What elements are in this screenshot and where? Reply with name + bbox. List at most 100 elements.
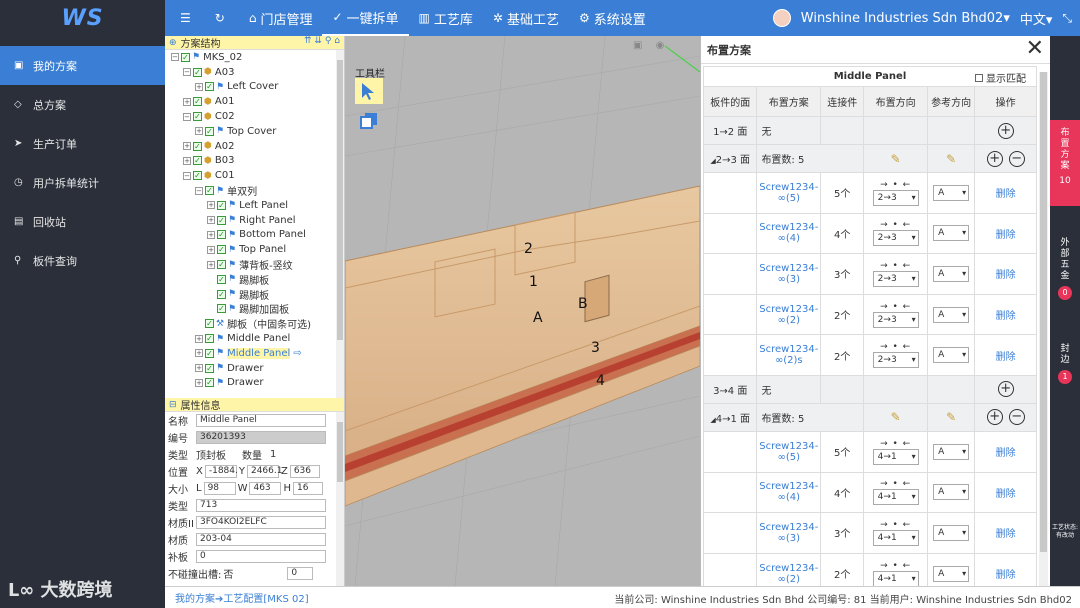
close-icon[interactable]: ✕ <box>1026 38 1044 60</box>
language-dropdown[interactable]: 中文▾ <box>1020 9 1053 28</box>
expand-toggle-icon[interactable]: + <box>195 349 203 358</box>
expand-toggle-icon[interactable]: + <box>207 260 215 269</box>
tree-node[interactable]: + ✓ ⚑ Left Cover <box>167 80 344 95</box>
3d-viewport[interactable]: 2 1 A B 3 4 工具栏 ▣ ◉ <box>345 36 700 586</box>
nav-system-settings[interactable]: ⚙ 系统设置 <box>569 0 656 36</box>
tree-node[interactable]: − ✓ ⚑ 单双列 <box>167 183 344 198</box>
tree-scrollbar[interactable] <box>336 50 344 398</box>
3d-scene[interactable] <box>345 36 700 586</box>
direction-select[interactable]: 4→1 <box>872 529 919 546</box>
type2-field[interactable]: 713 <box>196 499 326 512</box>
delete-link[interactable]: 删除 <box>996 230 1016 241</box>
reference-select[interactable]: A <box>933 184 970 201</box>
scheme-link[interactable]: Screw1234-∞(2)s <box>759 344 818 366</box>
expand-toggle-icon[interactable]: + <box>207 201 215 210</box>
node-checkbox[interactable]: ✓ <box>217 260 226 270</box>
scheme-link[interactable]: Screw1234-∞(5) <box>759 441 818 463</box>
properties-scroll-thumb[interactable] <box>337 422 343 482</box>
select-tool-button[interactable] <box>355 78 383 104</box>
edit-icon[interactable]: ✎ <box>891 410 901 424</box>
edit-icon[interactable]: ✎ <box>946 152 956 166</box>
node-checkbox[interactable]: ✓ <box>205 82 214 92</box>
tree-node[interactable]: + ✓ ⚑ 薄背板-竖纹 <box>167 257 344 272</box>
expand-toggle-icon[interactable]: − <box>183 171 191 180</box>
node-checkbox[interactable]: ✓ <box>217 304 226 314</box>
add-icon[interactable]: + <box>986 409 1003 426</box>
node-checkbox[interactable]: ✓ <box>205 363 214 373</box>
expand-icon[interactable]: ⊟ <box>169 400 177 410</box>
view-controls[interactable]: ▣ ◉ <box>633 40 664 51</box>
show-match-toggle[interactable]: 显示匹配 <box>975 70 1026 85</box>
material-field[interactable]: 203-04 <box>196 533 326 546</box>
reference-select[interactable]: A <box>933 225 970 242</box>
tree-node[interactable]: − ✓ ⬢ A03 <box>167 65 344 80</box>
node-checkbox[interactable]: ✓ <box>205 319 214 329</box>
delete-link[interactable]: 删除 <box>996 189 1016 200</box>
tree-scroll-thumb[interactable] <box>337 60 343 340</box>
sidebar-item-user-stats[interactable]: ◷ 用户拆单统计 <box>0 163 165 202</box>
scheme-link[interactable]: Screw1234-∞(3) <box>759 522 818 544</box>
node-checkbox[interactable]: ✓ <box>205 126 214 136</box>
logo[interactable]: WS <box>0 0 165 36</box>
tree-node[interactable]: ✓ ⚑ 踢脚板 <box>167 287 344 302</box>
reference-select[interactable]: A <box>933 565 970 582</box>
tree-node[interactable]: + ✓ ⬢ A01 <box>167 94 344 109</box>
y-field[interactable]: 2466.1 <box>246 465 282 478</box>
collapse-all-icon[interactable]: ⇊ <box>314 36 322 46</box>
direction-select[interactable]: 2→3 <box>872 230 919 247</box>
reference-select[interactable]: A <box>933 306 970 323</box>
tree-node[interactable]: + ✓ ⚑ Left Panel <box>167 198 344 213</box>
direction-select[interactable]: 2→3 <box>872 311 919 328</box>
sidebar-item-recycle-bin[interactable]: ▤ 回收站 <box>0 202 165 241</box>
show-match-checkbox[interactable] <box>975 74 983 82</box>
refresh-button[interactable]: ↻ <box>205 0 239 36</box>
delete-link[interactable]: 删除 <box>996 570 1016 581</box>
material-id-field[interactable]: 3FO4KOI2ELFC <box>196 516 326 529</box>
l-field[interactable]: 98 <box>203 482 236 495</box>
nav-craft-library[interactable]: ▥ 工艺库 <box>409 0 483 36</box>
camera-icon[interactable]: ▣ <box>633 40 642 51</box>
expand-toggle-icon[interactable]: + <box>195 364 203 373</box>
node-checkbox[interactable]: ✓ <box>205 378 214 388</box>
sidebar-item-all-plans[interactable]: ◇ 总方案 <box>0 85 165 124</box>
delete-link[interactable]: 删除 <box>996 489 1016 500</box>
reference-select[interactable]: A <box>933 524 970 541</box>
expand-toggle-icon[interactable]: + <box>183 142 191 151</box>
expand-toggle-icon[interactable]: − <box>171 53 179 62</box>
tree-node[interactable]: + ✓ ⚑ Top Panel <box>167 242 344 257</box>
add-icon[interactable]: + <box>986 150 1003 167</box>
layout-scroll-thumb[interactable] <box>1040 72 1047 552</box>
node-checkbox[interactable]: ✓ <box>205 334 214 344</box>
direction-select[interactable]: 2→3 <box>872 189 919 206</box>
reference-select[interactable]: A <box>933 347 970 364</box>
node-checkbox[interactable]: ✓ <box>193 141 202 151</box>
direction-select[interactable]: 4→1 <box>872 448 919 465</box>
scheme-link[interactable]: Screw1234-∞(4) <box>759 481 818 503</box>
tree-node[interactable]: + ✓ ⚑ Drawer <box>167 361 344 376</box>
hole-field[interactable]: 0 <box>287 567 314 580</box>
expand-toggle-icon[interactable]: + <box>207 230 215 239</box>
face-row-group[interactable]: ◢2→3 面布置数: 5 ✎ ✎ + − <box>702 144 1037 173</box>
expand-toggle-icon[interactable]: + <box>183 97 191 106</box>
tree-node[interactable]: − ✓ ⚑ MKS_02 <box>167 50 344 65</box>
w-field[interactable]: 463 <box>249 482 282 495</box>
direction-select[interactable]: 2→3 <box>872 270 919 287</box>
tree-node[interactable]: + ✓ ⬢ B03 <box>167 154 344 169</box>
direction-select[interactable]: 4→1 <box>872 570 919 586</box>
delete-link[interactable]: 删除 <box>996 270 1016 281</box>
tree-node[interactable]: ✓ ⚑ 踢脚加固板 <box>167 302 344 316</box>
node-checkbox[interactable]: ✓ <box>193 97 202 107</box>
node-checkbox[interactable]: ✓ <box>193 171 202 181</box>
properties-scrollbar[interactable] <box>336 412 344 586</box>
remove-icon[interactable]: − <box>1008 409 1025 426</box>
node-checkbox[interactable]: ✓ <box>217 274 226 284</box>
expand-toggle-icon[interactable]: + <box>207 216 215 225</box>
layout-scrollbar[interactable] <box>1039 72 1048 586</box>
h-field[interactable]: 16 <box>293 482 323 495</box>
tree-node[interactable]: + ✓ ⬢ A02 <box>167 139 344 154</box>
expand-toggle-icon[interactable]: + <box>195 378 203 387</box>
orbit-icon[interactable]: ◉ <box>656 40 665 51</box>
expand-toggle-icon[interactable]: + <box>195 334 203 343</box>
scheme-link[interactable]: Screw1234-∞(2) <box>759 304 818 326</box>
scheme-link[interactable]: Screw1234-∞(5) <box>759 182 818 204</box>
